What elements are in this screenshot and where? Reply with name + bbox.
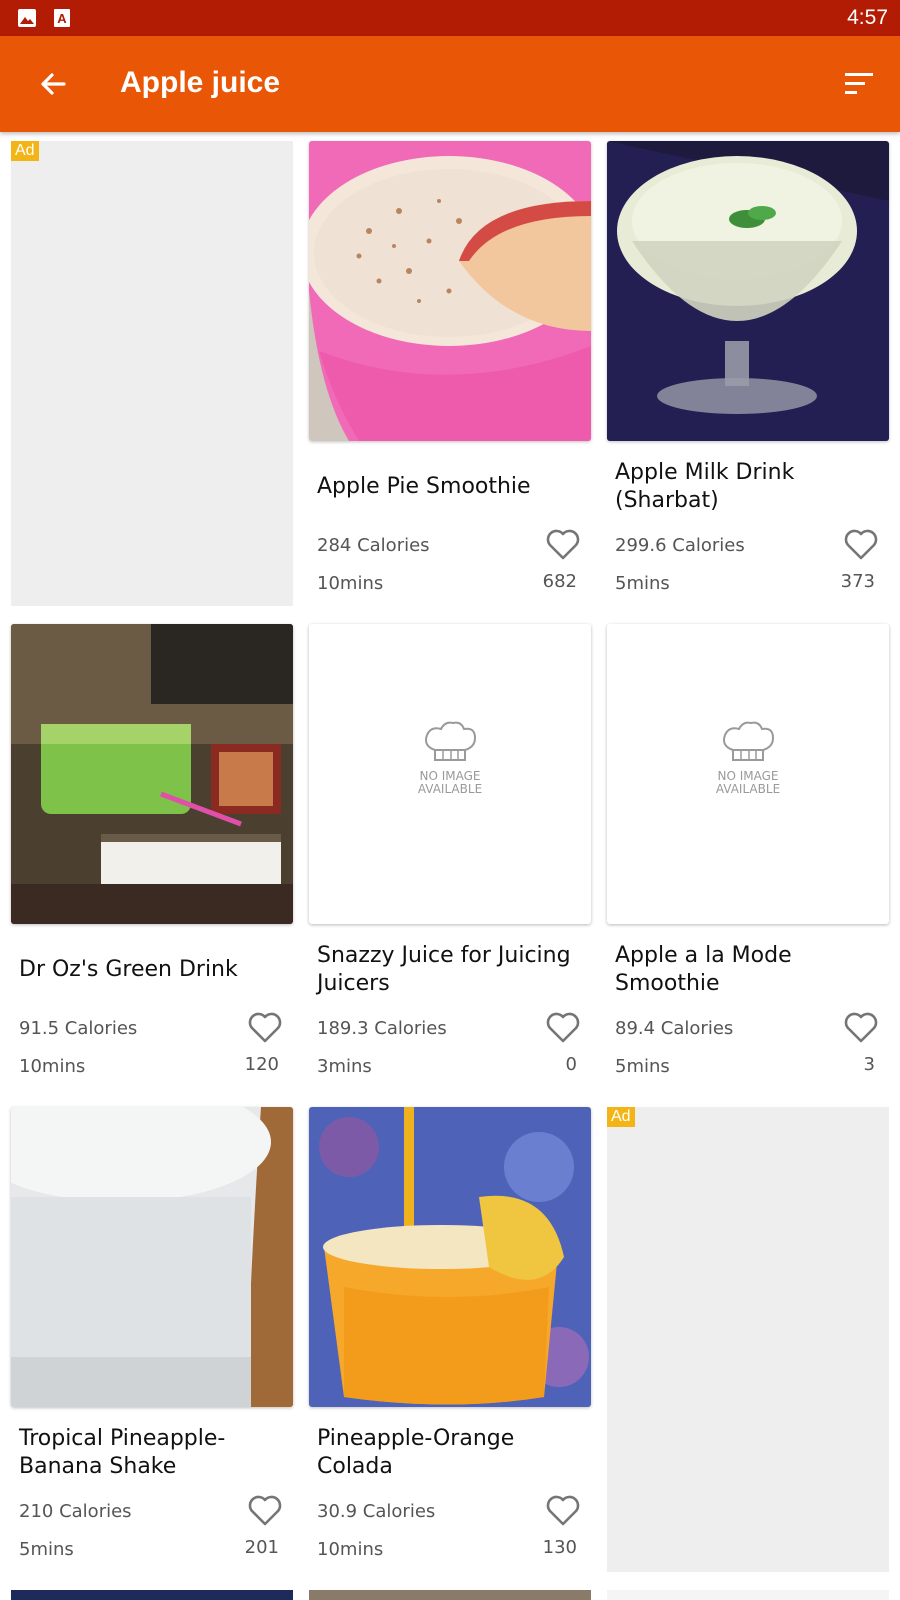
status-time: 4:57: [847, 6, 888, 29]
arrow-back-icon[interactable]: [32, 62, 76, 106]
heart-icon[interactable]: [545, 1010, 581, 1044]
recipe-card-partial[interactable]: [309, 1590, 591, 1600]
recipe-time: 10mins: [19, 1056, 86, 1077]
recipe-time: 10mins: [317, 1539, 384, 1560]
recipe-image[interactable]: [11, 624, 293, 924]
recipe-time: 10mins: [317, 573, 384, 594]
app-bar: Apple juice: [0, 36, 900, 132]
page-title: Apple juice: [120, 66, 281, 99]
recipe-calories: 189.3 Calories: [317, 1018, 447, 1039]
recipe-calories: 299.6 Calories: [615, 535, 745, 556]
like-count: 120: [244, 1054, 279, 1075]
like-count: 373: [840, 571, 875, 592]
recipe-title: Pineapple-Orange Colada: [317, 1426, 515, 1479]
no-image-text: NO IMAGE AVAILABLE: [417, 769, 483, 796]
recipe-title: Apple a la Mode Smoothie: [615, 943, 792, 996]
recipe-time: 5mins: [19, 1539, 74, 1560]
like-count: 0: [565, 1054, 577, 1075]
status-bar: A 4:57: [0, 0, 900, 36]
recipe-image[interactable]: [309, 141, 591, 441]
chef-hat-icon: [425, 721, 477, 761]
heart-icon[interactable]: [843, 1010, 879, 1044]
recipe-calories: 89.4 Calories: [615, 1018, 734, 1039]
recipe-card[interactable]: Dr Oz's Green Drink 91.5 Calories 10mins…: [11, 624, 293, 1089]
no-image-text: NO IMAGE AVAILABLE: [715, 769, 781, 796]
no-image-placeholder[interactable]: NO IMAGE AVAILABLE: [309, 624, 591, 924]
recipe-card[interactable]: Apple Milk Drink (Sharbat) 299.6 Calorie…: [607, 141, 889, 606]
heart-icon[interactable]: [545, 1493, 581, 1527]
sort-icon[interactable]: [838, 64, 878, 104]
recipe-title: Snazzy Juice for Juicing Juicers: [317, 943, 571, 996]
recipe-time: 5mins: [615, 573, 670, 594]
image-notification-icon: [18, 9, 36, 27]
ad-slot[interactable]: Ad: [607, 1107, 889, 1572]
recipe-image[interactable]: [11, 1107, 293, 1407]
like-count: 682: [542, 571, 577, 592]
like-count: 201: [244, 1537, 279, 1558]
recipe-title: Apple Milk Drink (Sharbat): [615, 460, 795, 513]
recipe-card[interactable]: Apple Pie Smoothie 284 Calories 10mins 6…: [309, 141, 591, 606]
like-count: 130: [542, 1537, 577, 1558]
ad-badge: Ad: [607, 1107, 635, 1127]
heart-icon[interactable]: [545, 527, 581, 561]
recipe-calories: 30.9 Calories: [317, 1501, 436, 1522]
svg-text:A: A: [57, 11, 67, 26]
chef-hat-icon: [723, 721, 775, 761]
recipe-calories: 91.5 Calories: [19, 1018, 138, 1039]
text-notification-icon: A: [54, 9, 70, 27]
heart-icon[interactable]: [247, 1010, 283, 1044]
recipe-calories: 284 Calories: [317, 535, 430, 556]
recipe-image[interactable]: [607, 141, 889, 441]
recipe-card-partial[interactable]: [607, 1590, 889, 1600]
recipe-title: Apple Pie Smoothie: [317, 474, 531, 499]
recipe-calories: 210 Calories: [19, 1501, 132, 1522]
recipe-card[interactable]: NO IMAGE AVAILABLE Snazzy Juice for Juic…: [309, 624, 591, 1089]
recipe-title: Dr Oz's Green Drink: [19, 957, 238, 982]
recipe-title: Tropical Pineapple-Banana Shake: [19, 1426, 226, 1479]
heart-icon[interactable]: [247, 1493, 283, 1527]
recipe-time: 5mins: [615, 1056, 670, 1077]
recipe-time: 3mins: [317, 1056, 372, 1077]
ad-badge: Ad: [11, 141, 39, 161]
ad-slot[interactable]: Ad: [11, 141, 293, 606]
recipe-image[interactable]: [309, 1107, 591, 1407]
recipe-card-partial[interactable]: [11, 1590, 293, 1600]
no-image-placeholder[interactable]: NO IMAGE AVAILABLE: [607, 624, 889, 924]
recipe-card[interactable]: NO IMAGE AVAILABLE Apple a la Mode Smoot…: [607, 624, 889, 1089]
like-count: 3: [863, 1054, 875, 1075]
recipe-card[interactable]: Pineapple-Orange Colada 30.9 Calories 10…: [309, 1107, 591, 1572]
recipe-card[interactable]: Tropical Pineapple-Banana Shake 210 Calo…: [11, 1107, 293, 1572]
heart-icon[interactable]: [843, 527, 879, 561]
